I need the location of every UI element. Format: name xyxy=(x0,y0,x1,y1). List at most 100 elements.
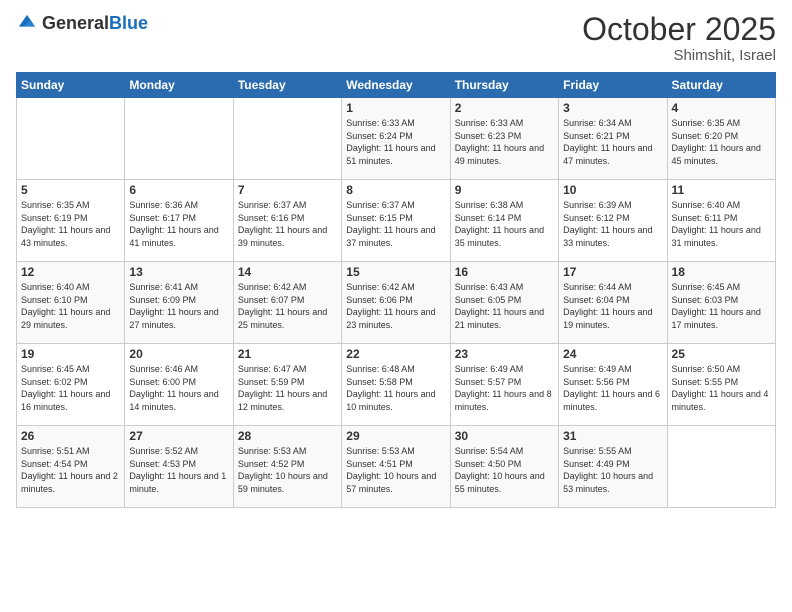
day-number: 31 xyxy=(563,429,662,443)
day-info: Sunrise: 6:49 AM Sunset: 5:56 PM Dayligh… xyxy=(563,363,662,413)
day-info: Sunrise: 6:46 AM Sunset: 6:00 PM Dayligh… xyxy=(129,363,228,413)
calendar-cell: 4 Sunrise: 6:35 AM Sunset: 6:20 PM Daylig… xyxy=(667,98,775,180)
day-info: Sunrise: 6:40 AM Sunset: 6:11 PM Dayligh… xyxy=(672,199,771,249)
calendar-cell: 6 Sunrise: 6:36 AM Sunset: 6:17 PM Daylig… xyxy=(125,180,233,262)
calendar-cell: 13 Sunrise: 6:41 AM Sunset: 6:09 PM Dayli… xyxy=(125,262,233,344)
day-number: 30 xyxy=(455,429,554,443)
calendar-cell: 9Sunrise: 6:38 AM Sunset: 6:14 PM Daylig… xyxy=(450,180,558,262)
day-number: 9 xyxy=(455,183,554,197)
weekday-header-saturday: Saturday xyxy=(667,73,775,98)
weekday-header-wednesday: Wednesday xyxy=(342,73,450,98)
calendar-cell: 11 Sunrise: 6:40 AM Sunset: 6:11 PM Dayli… xyxy=(667,180,775,262)
day-info: Sunrise: 6:50 AM Sunset: 5:55 PM Dayligh… xyxy=(672,363,771,413)
calendar-cell: 31 Sunrise: 5:55 AM Sunset: 4:49 PM Dayli… xyxy=(559,426,667,508)
day-number: 21 xyxy=(238,347,337,361)
day-number: 15 xyxy=(346,265,445,279)
calendar-cell xyxy=(667,426,775,508)
day-number: 14 xyxy=(238,265,337,279)
week-row-0: 1 Sunrise: 6:33 AM Sunset: 6:24 PM Daylig… xyxy=(17,98,776,180)
weekday-header-monday: Monday xyxy=(125,73,233,98)
calendar-cell: 29Sunrise: 5:53 AM Sunset: 4:51 PM Dayli… xyxy=(342,426,450,508)
day-number: 7 xyxy=(238,183,337,197)
day-info: Sunrise: 5:53 AM Sunset: 4:52 PM Dayligh… xyxy=(238,445,337,495)
day-info: Sunrise: 6:33 AM Sunset: 6:24 PM Dayligh… xyxy=(346,117,445,167)
day-number: 25 xyxy=(672,347,771,361)
calendar-cell: 12 Sunrise: 6:40 AM Sunset: 6:10 PM Dayli… xyxy=(17,262,125,344)
week-row-1: 5Sunrise: 6:35 AM Sunset: 6:19 PM Daylig… xyxy=(17,180,776,262)
day-number: 20 xyxy=(129,347,228,361)
calendar-cell: 28 Sunrise: 5:53 AM Sunset: 4:52 PM Dayli… xyxy=(233,426,341,508)
weekday-header-friday: Friday xyxy=(559,73,667,98)
calendar-cell: 22 Sunrise: 6:48 AM Sunset: 5:58 PM Dayli… xyxy=(342,344,450,426)
week-row-3: 19 Sunrise: 6:45 AM Sunset: 6:02 PM Dayli… xyxy=(17,344,776,426)
day-info: Sunrise: 6:48 AM Sunset: 5:58 PM Dayligh… xyxy=(346,363,445,413)
calendar-cell: 23 Sunrise: 6:49 AM Sunset: 5:57 PM Dayli… xyxy=(450,344,558,426)
calendar-cell: 18 Sunrise: 6:45 AM Sunset: 6:03 PM Dayli… xyxy=(667,262,775,344)
day-number: 11 xyxy=(672,183,771,197)
day-info: Sunrise: 5:51 AM Sunset: 4:54 PM Dayligh… xyxy=(21,445,120,495)
day-number: 22 xyxy=(346,347,445,361)
day-info: Sunrise: 6:37 AM Sunset: 6:15 PM Dayligh… xyxy=(346,199,445,249)
day-number: 6 xyxy=(129,183,228,197)
week-row-2: 12 Sunrise: 6:40 AM Sunset: 6:10 PM Dayli… xyxy=(17,262,776,344)
calendar-cell: 10 Sunrise: 6:39 AM Sunset: 6:12 PM Dayli… xyxy=(559,180,667,262)
location-title: Shimshit, Israel xyxy=(582,47,776,64)
calendar-cell: 1 Sunrise: 6:33 AM Sunset: 6:24 PM Daylig… xyxy=(342,98,450,180)
calendar-cell: 17 Sunrise: 6:44 AM Sunset: 6:04 PM Dayli… xyxy=(559,262,667,344)
calendar-cell: 7 Sunrise: 6:37 AM Sunset: 6:16 PM Daylig… xyxy=(233,180,341,262)
day-number: 10 xyxy=(563,183,662,197)
day-info: Sunrise: 6:34 AM Sunset: 6:21 PM Dayligh… xyxy=(563,117,662,167)
day-number: 4 xyxy=(672,101,771,115)
calendar-cell: 16Sunrise: 6:43 AM Sunset: 6:05 PM Dayli… xyxy=(450,262,558,344)
day-number: 26 xyxy=(21,429,120,443)
month-title: October 2025 xyxy=(582,12,776,47)
logo: General Blue xyxy=(16,12,148,34)
calendar-cell xyxy=(17,98,125,180)
day-number: 28 xyxy=(238,429,337,443)
calendar-cell: 26 Sunrise: 5:51 AM Sunset: 4:54 PM Dayli… xyxy=(17,426,125,508)
day-info: Sunrise: 6:49 AM Sunset: 5:57 PM Dayligh… xyxy=(455,363,554,413)
day-info: Sunrise: 6:35 AM Sunset: 6:19 PM Dayligh… xyxy=(21,199,120,249)
calendar-cell: 21Sunrise: 6:47 AM Sunset: 5:59 PM Dayli… xyxy=(233,344,341,426)
day-number: 13 xyxy=(129,265,228,279)
header: General Blue October 2025 Shimshit, Isra… xyxy=(16,12,776,64)
day-number: 1 xyxy=(346,101,445,115)
day-info: Sunrise: 6:33 AM Sunset: 6:23 PM Dayligh… xyxy=(455,117,554,167)
calendar-cell: 14 Sunrise: 6:42 AM Sunset: 6:07 PM Dayli… xyxy=(233,262,341,344)
day-info: Sunrise: 6:45 AM Sunset: 6:03 PM Dayligh… xyxy=(672,281,771,331)
day-number: 29 xyxy=(346,429,445,443)
day-info: Sunrise: 6:41 AM Sunset: 6:09 PM Dayligh… xyxy=(129,281,228,331)
calendar-cell: 5Sunrise: 6:35 AM Sunset: 6:19 PM Daylig… xyxy=(17,180,125,262)
day-info: Sunrise: 6:44 AM Sunset: 6:04 PM Dayligh… xyxy=(563,281,662,331)
day-number: 2 xyxy=(455,101,554,115)
day-info: Sunrise: 6:36 AM Sunset: 6:17 PM Dayligh… xyxy=(129,199,228,249)
day-info: Sunrise: 5:55 AM Sunset: 4:49 PM Dayligh… xyxy=(563,445,662,495)
day-number: 27 xyxy=(129,429,228,443)
day-info: Sunrise: 6:42 AM Sunset: 6:07 PM Dayligh… xyxy=(238,281,337,331)
calendar-cell: 20 Sunrise: 6:46 AM Sunset: 6:00 PM Dayli… xyxy=(125,344,233,426)
day-info: Sunrise: 6:39 AM Sunset: 6:12 PM Dayligh… xyxy=(563,199,662,249)
calendar-cell: 19 Sunrise: 6:45 AM Sunset: 6:02 PM Dayli… xyxy=(17,344,125,426)
day-number: 24 xyxy=(563,347,662,361)
day-number: 17 xyxy=(563,265,662,279)
logo-text-general: General xyxy=(42,14,109,32)
logo-icon xyxy=(16,12,38,34)
day-number: 18 xyxy=(672,265,771,279)
day-number: 3 xyxy=(563,101,662,115)
day-info: Sunrise: 5:52 AM Sunset: 4:53 PM Dayligh… xyxy=(129,445,228,495)
calendar-cell: 8Sunrise: 6:37 AM Sunset: 6:15 PM Daylig… xyxy=(342,180,450,262)
day-number: 19 xyxy=(21,347,120,361)
calendar-cell: 3 Sunrise: 6:34 AM Sunset: 6:21 PM Daylig… xyxy=(559,98,667,180)
title-block: October 2025 Shimshit, Israel xyxy=(582,12,776,64)
day-info: Sunrise: 6:35 AM Sunset: 6:20 PM Dayligh… xyxy=(672,117,771,167)
calendar-cell xyxy=(125,98,233,180)
day-info: Sunrise: 6:45 AM Sunset: 6:02 PM Dayligh… xyxy=(21,363,120,413)
weekday-header-sunday: Sunday xyxy=(17,73,125,98)
day-info: Sunrise: 6:37 AM Sunset: 6:16 PM Dayligh… xyxy=(238,199,337,249)
logo-text-blue: Blue xyxy=(109,14,148,32)
day-number: 12 xyxy=(21,265,120,279)
day-info: Sunrise: 6:43 AM Sunset: 6:05 PM Dayligh… xyxy=(455,281,554,331)
day-number: 23 xyxy=(455,347,554,361)
calendar-cell: 2 Sunrise: 6:33 AM Sunset: 6:23 PM Daylig… xyxy=(450,98,558,180)
day-info: Sunrise: 6:40 AM Sunset: 6:10 PM Dayligh… xyxy=(21,281,120,331)
